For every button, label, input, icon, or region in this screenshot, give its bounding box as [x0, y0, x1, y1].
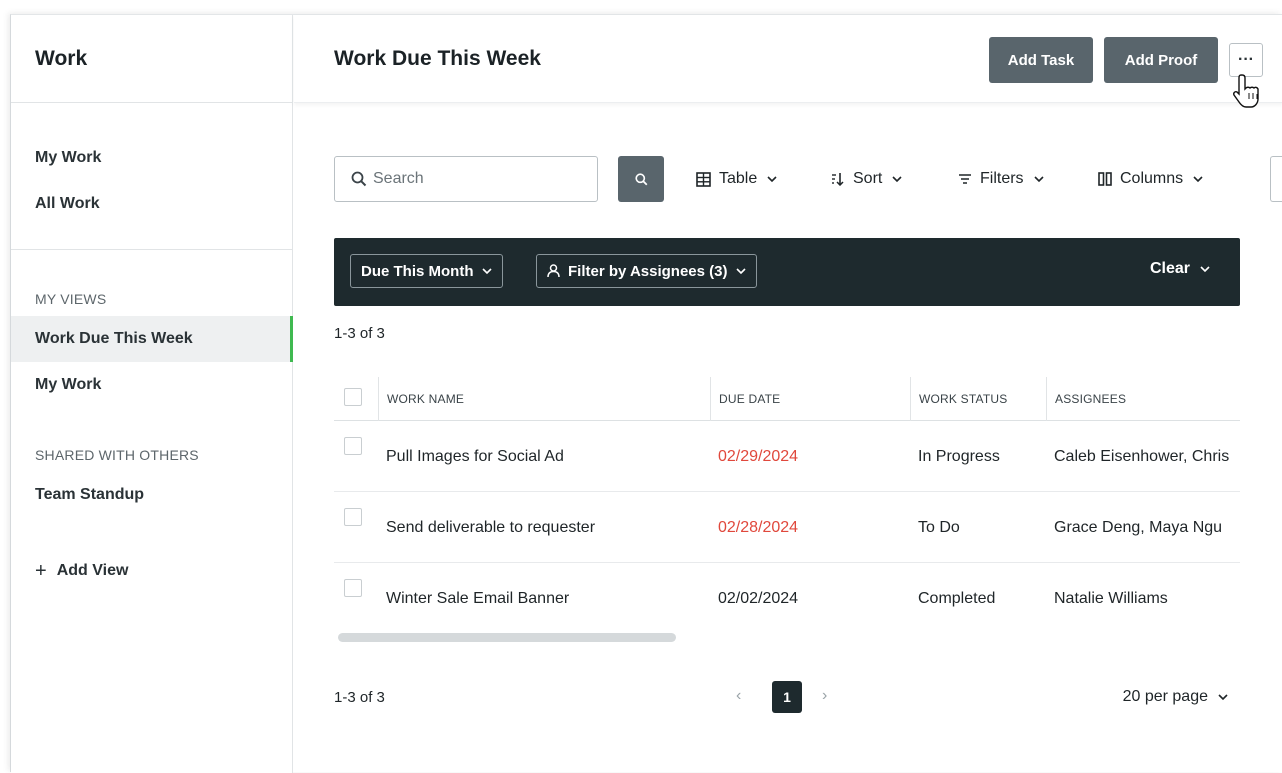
column-header-due-date[interactable]: DUE DATE	[710, 377, 780, 421]
results-count-top: 1-3 of 3	[334, 325, 385, 342]
columns-icon	[1098, 172, 1112, 186]
sidebar-view-work-due-this-week[interactable]: Work Due This Week	[11, 316, 293, 362]
cell-due-date: 02/28/2024	[718, 518, 799, 536]
column-header-work-name[interactable]: WORK NAME	[378, 377, 464, 421]
user-icon	[547, 264, 560, 278]
sidebar: Work My Work All Work MY VIEWS Work Due …	[11, 15, 293, 773]
per-page-dropdown[interactable]: 20 per page	[1123, 688, 1228, 706]
chevron-down-icon	[892, 175, 902, 182]
sidebar-view-my-work[interactable]: My Work	[11, 362, 292, 408]
chevron-down-icon	[481, 267, 492, 274]
row-checkbox[interactable]	[344, 508, 362, 526]
table-view-dropdown[interactable]: Table	[696, 156, 777, 202]
table-row[interactable]: Winter Sale Email Banner 02/02/2024 Comple…	[334, 563, 1240, 634]
sort-icon	[832, 173, 844, 186]
page-title: Work Due This Week	[334, 46, 541, 70]
row-checkbox[interactable]	[344, 437, 362, 455]
cell-work-status: In Progress	[918, 447, 1000, 465]
sidebar-title: Work	[35, 46, 88, 70]
search-icon	[634, 172, 647, 185]
sidebar-main-links: My Work All Work	[11, 103, 292, 250]
horizontal-scrollbar[interactable]	[338, 633, 676, 642]
active-filters-bar: Due This Month Filter by Assignees (3) C…	[334, 238, 1240, 306]
table-row[interactable]: Send deliverable to requester 02/28/2024 T…	[334, 492, 1240, 563]
column-header-assignees[interactable]: ASSIGNEES	[1046, 377, 1126, 421]
filters-dropdown[interactable]: Filters	[958, 156, 1044, 202]
shared-views-caption: SHARED WITH OTHERS	[35, 447, 199, 463]
clear-filters-button[interactable]: Clear	[1150, 260, 1210, 278]
chevron-down-icon	[1218, 693, 1228, 700]
more-icon: ···	[1238, 51, 1254, 68]
table-body: Pull Images for Social Ad 02/29/2024 In Pr…	[334, 421, 1240, 634]
my-views-caption: MY VIEWS	[35, 291, 107, 307]
cell-due-date: 02/02/2024	[718, 589, 799, 607]
sort-dropdown[interactable]: Sort	[831, 156, 902, 202]
results-count-bottom: 1-3 of 3	[334, 689, 385, 706]
columns-label: Columns	[1120, 170, 1184, 187]
search-placeholder: Search	[373, 170, 424, 187]
chevron-right-icon[interactable]: ›	[822, 687, 827, 705]
chevron-down-icon	[1033, 175, 1044, 182]
sidebar-item-my-work[interactable]: My Work	[11, 135, 292, 181]
chevron-down-icon	[767, 175, 777, 182]
clear-label: Clear	[1149, 260, 1190, 277]
column-header-work-status[interactable]: WORK STATUS	[910, 377, 1007, 421]
search-button[interactable]	[618, 156, 664, 202]
cell-assignees: Grace Deng, Maya Ngu	[1054, 518, 1223, 536]
cell-work-name: Winter Sale Email Banner	[386, 589, 570, 607]
main-content: Work Due This Week Add Task Add Proof ··…	[294, 15, 1282, 773]
cell-work-name: Pull Images for Social Ad	[386, 447, 564, 465]
chevron-down-icon	[1193, 175, 1203, 182]
current-page-button[interactable]: 1	[772, 681, 802, 713]
plus-icon: +	[35, 559, 47, 582]
assignees-filter[interactable]: Filter by Assignees (3)	[536, 254, 757, 288]
chevron-down-icon	[1200, 265, 1210, 272]
cell-assignees: Natalie Williams	[1054, 589, 1168, 607]
hand-pointer-cursor-icon	[1233, 74, 1259, 108]
table-label: Table	[719, 170, 758, 187]
select-all-checkbox[interactable]	[344, 388, 362, 406]
assignees-filter-label: Filter by Assignees (3)	[568, 262, 728, 280]
table-row[interactable]: Pull Images for Social Ad 02/29/2024 In Pr…	[334, 421, 1240, 492]
columns-dropdown[interactable]: Columns	[1098, 156, 1203, 202]
filters-label: Filters	[980, 170, 1024, 187]
page-header: Work Due This Week Add Task Add Proof ··…	[294, 15, 1282, 108]
due-this-month-filter[interactable]: Due This Month	[350, 254, 503, 288]
cell-work-status: Completed	[918, 589, 996, 607]
toolbar-overflow-control[interactable]	[1270, 156, 1282, 202]
more-options-button[interactable]: ···	[1229, 43, 1263, 77]
table-icon	[696, 171, 711, 187]
cell-work-status: To Do	[918, 518, 960, 536]
add-view-button[interactable]: + Add View	[11, 548, 292, 594]
search-input[interactable]: Search	[334, 156, 598, 202]
work-table: WORK NAME DUE DATE WORK STATUS ASSIGNEES…	[334, 377, 1240, 634]
app-window: Work My Work All Work MY VIEWS Work Due …	[10, 14, 1282, 773]
due-filter-label: Due This Month	[361, 262, 474, 280]
filter-icon	[959, 174, 971, 184]
sidebar-view-team-standup[interactable]: Team Standup	[11, 472, 292, 518]
sort-label: Sort	[853, 170, 883, 187]
row-checkbox[interactable]	[344, 579, 362, 597]
chevron-left-icon[interactable]: ‹	[736, 687, 741, 705]
add-view-label: Add View	[56, 562, 129, 579]
add-proof-button[interactable]: Add Proof	[1104, 37, 1218, 83]
add-task-button[interactable]: Add Task	[989, 37, 1093, 83]
toolbar: Search Table Sort Filters Columns	[334, 156, 1282, 202]
per-page-label: 20 per page	[1122, 688, 1208, 705]
sidebar-item-all-work[interactable]: All Work	[11, 181, 292, 227]
chevron-down-icon	[735, 267, 746, 274]
table-header-row: WORK NAME DUE DATE WORK STATUS ASSIGNEES	[334, 377, 1240, 421]
cell-due-date: 02/29/2024	[718, 447, 799, 465]
cell-work-name: Send deliverable to requester	[386, 518, 596, 536]
search-icon	[351, 171, 367, 187]
pagination-footer: 1-3 of 3 ‹ 1 › 20 per page	[334, 679, 1240, 719]
sidebar-header: Work	[11, 15, 292, 103]
cell-assignees: Caleb Eisenhower, Chris	[1054, 447, 1230, 465]
